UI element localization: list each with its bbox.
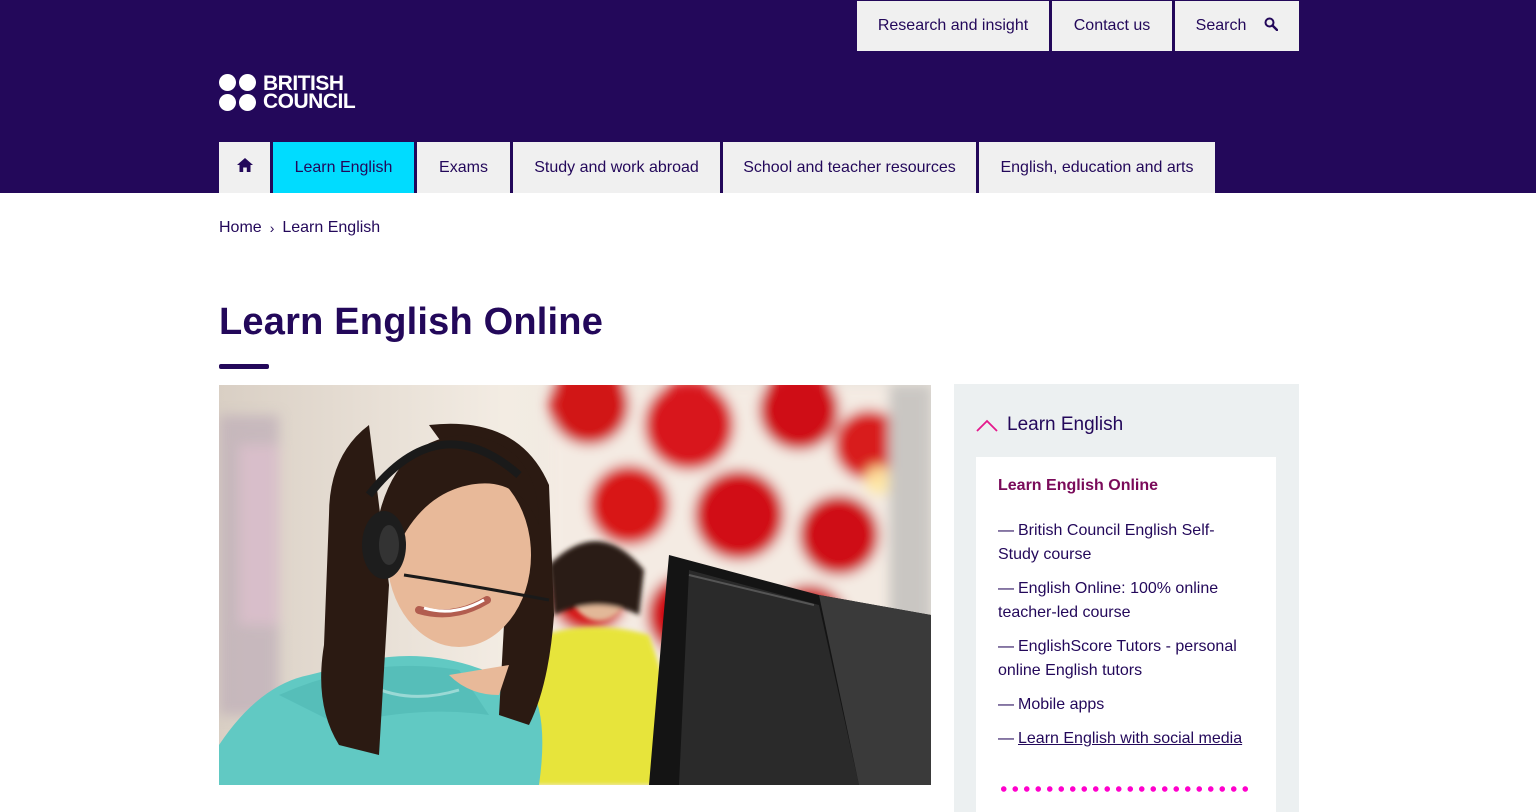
sidebar-links: — British Council English Self-Study cour… xyxy=(998,519,1254,751)
nav-study-and-work-abroad[interactable]: Study and work abroad xyxy=(513,142,720,193)
logo-text: BRITISH COUNCIL xyxy=(263,72,356,113)
sidebar-toggle-label: Learn English xyxy=(1007,414,1124,435)
search-label: Search xyxy=(1195,17,1247,34)
sidebar-link-self-study[interactable]: — British Council English Self-Study cour… xyxy=(998,519,1254,567)
home-icon xyxy=(236,158,253,177)
nav-exams[interactable]: Exams xyxy=(417,142,510,193)
main-nav: Learn English Exams Study and work abroa… xyxy=(219,142,1215,193)
logo-dots-icon xyxy=(219,74,257,112)
site-header: Research and insight Contact us Search B… xyxy=(0,0,1536,193)
breadcrumb-current: Learn English xyxy=(282,219,381,236)
sidebar-link-social-media[interactable]: — Learn English with social media xyxy=(998,727,1254,751)
research-and-insight-link[interactable]: Research and insight xyxy=(857,1,1049,51)
hero-image xyxy=(219,385,931,785)
sidebar: Learn English Learn English Online — Brit… xyxy=(954,384,1299,812)
sidebar-link-mobile-apps[interactable]: — Mobile apps xyxy=(998,693,1254,717)
nav-english-education-and-arts[interactable]: English, education and arts xyxy=(979,142,1215,193)
british-council-logo[interactable]: BRITISH COUNCIL xyxy=(219,72,356,113)
chevron-up-icon xyxy=(976,419,998,432)
sidebar-heading[interactable]: Learn English Online xyxy=(998,477,1254,495)
search-button[interactable]: Search xyxy=(1175,1,1299,51)
sidebar-link-englishscore-tutors[interactable]: — EnglishScore Tutors - personal online E… xyxy=(998,635,1254,683)
nav-school-and-teacher-resources[interactable]: School and teacher resources xyxy=(723,142,976,193)
sidebar-toggle[interactable]: Learn English xyxy=(976,414,1123,436)
dotted-divider xyxy=(998,785,1254,793)
nav-learn-english[interactable]: Learn English xyxy=(273,142,414,193)
nav-home[interactable] xyxy=(219,142,270,193)
sidebar-link-english-online[interactable]: — English Online: 100% online teacher-led… xyxy=(998,577,1254,625)
utility-nav: Research and insight Contact us Search xyxy=(857,1,1299,51)
breadcrumb: Home › Learn English xyxy=(219,219,380,237)
page-title: Learn English Online xyxy=(219,301,604,343)
breadcrumb-home[interactable]: Home xyxy=(219,219,262,237)
title-underline xyxy=(219,364,269,369)
sidebar-panel: Learn English Online — British Council En… xyxy=(976,457,1276,812)
chevron-right-icon: › xyxy=(269,220,275,236)
contact-us-link[interactable]: Contact us xyxy=(1052,1,1172,51)
search-icon xyxy=(1264,17,1279,36)
